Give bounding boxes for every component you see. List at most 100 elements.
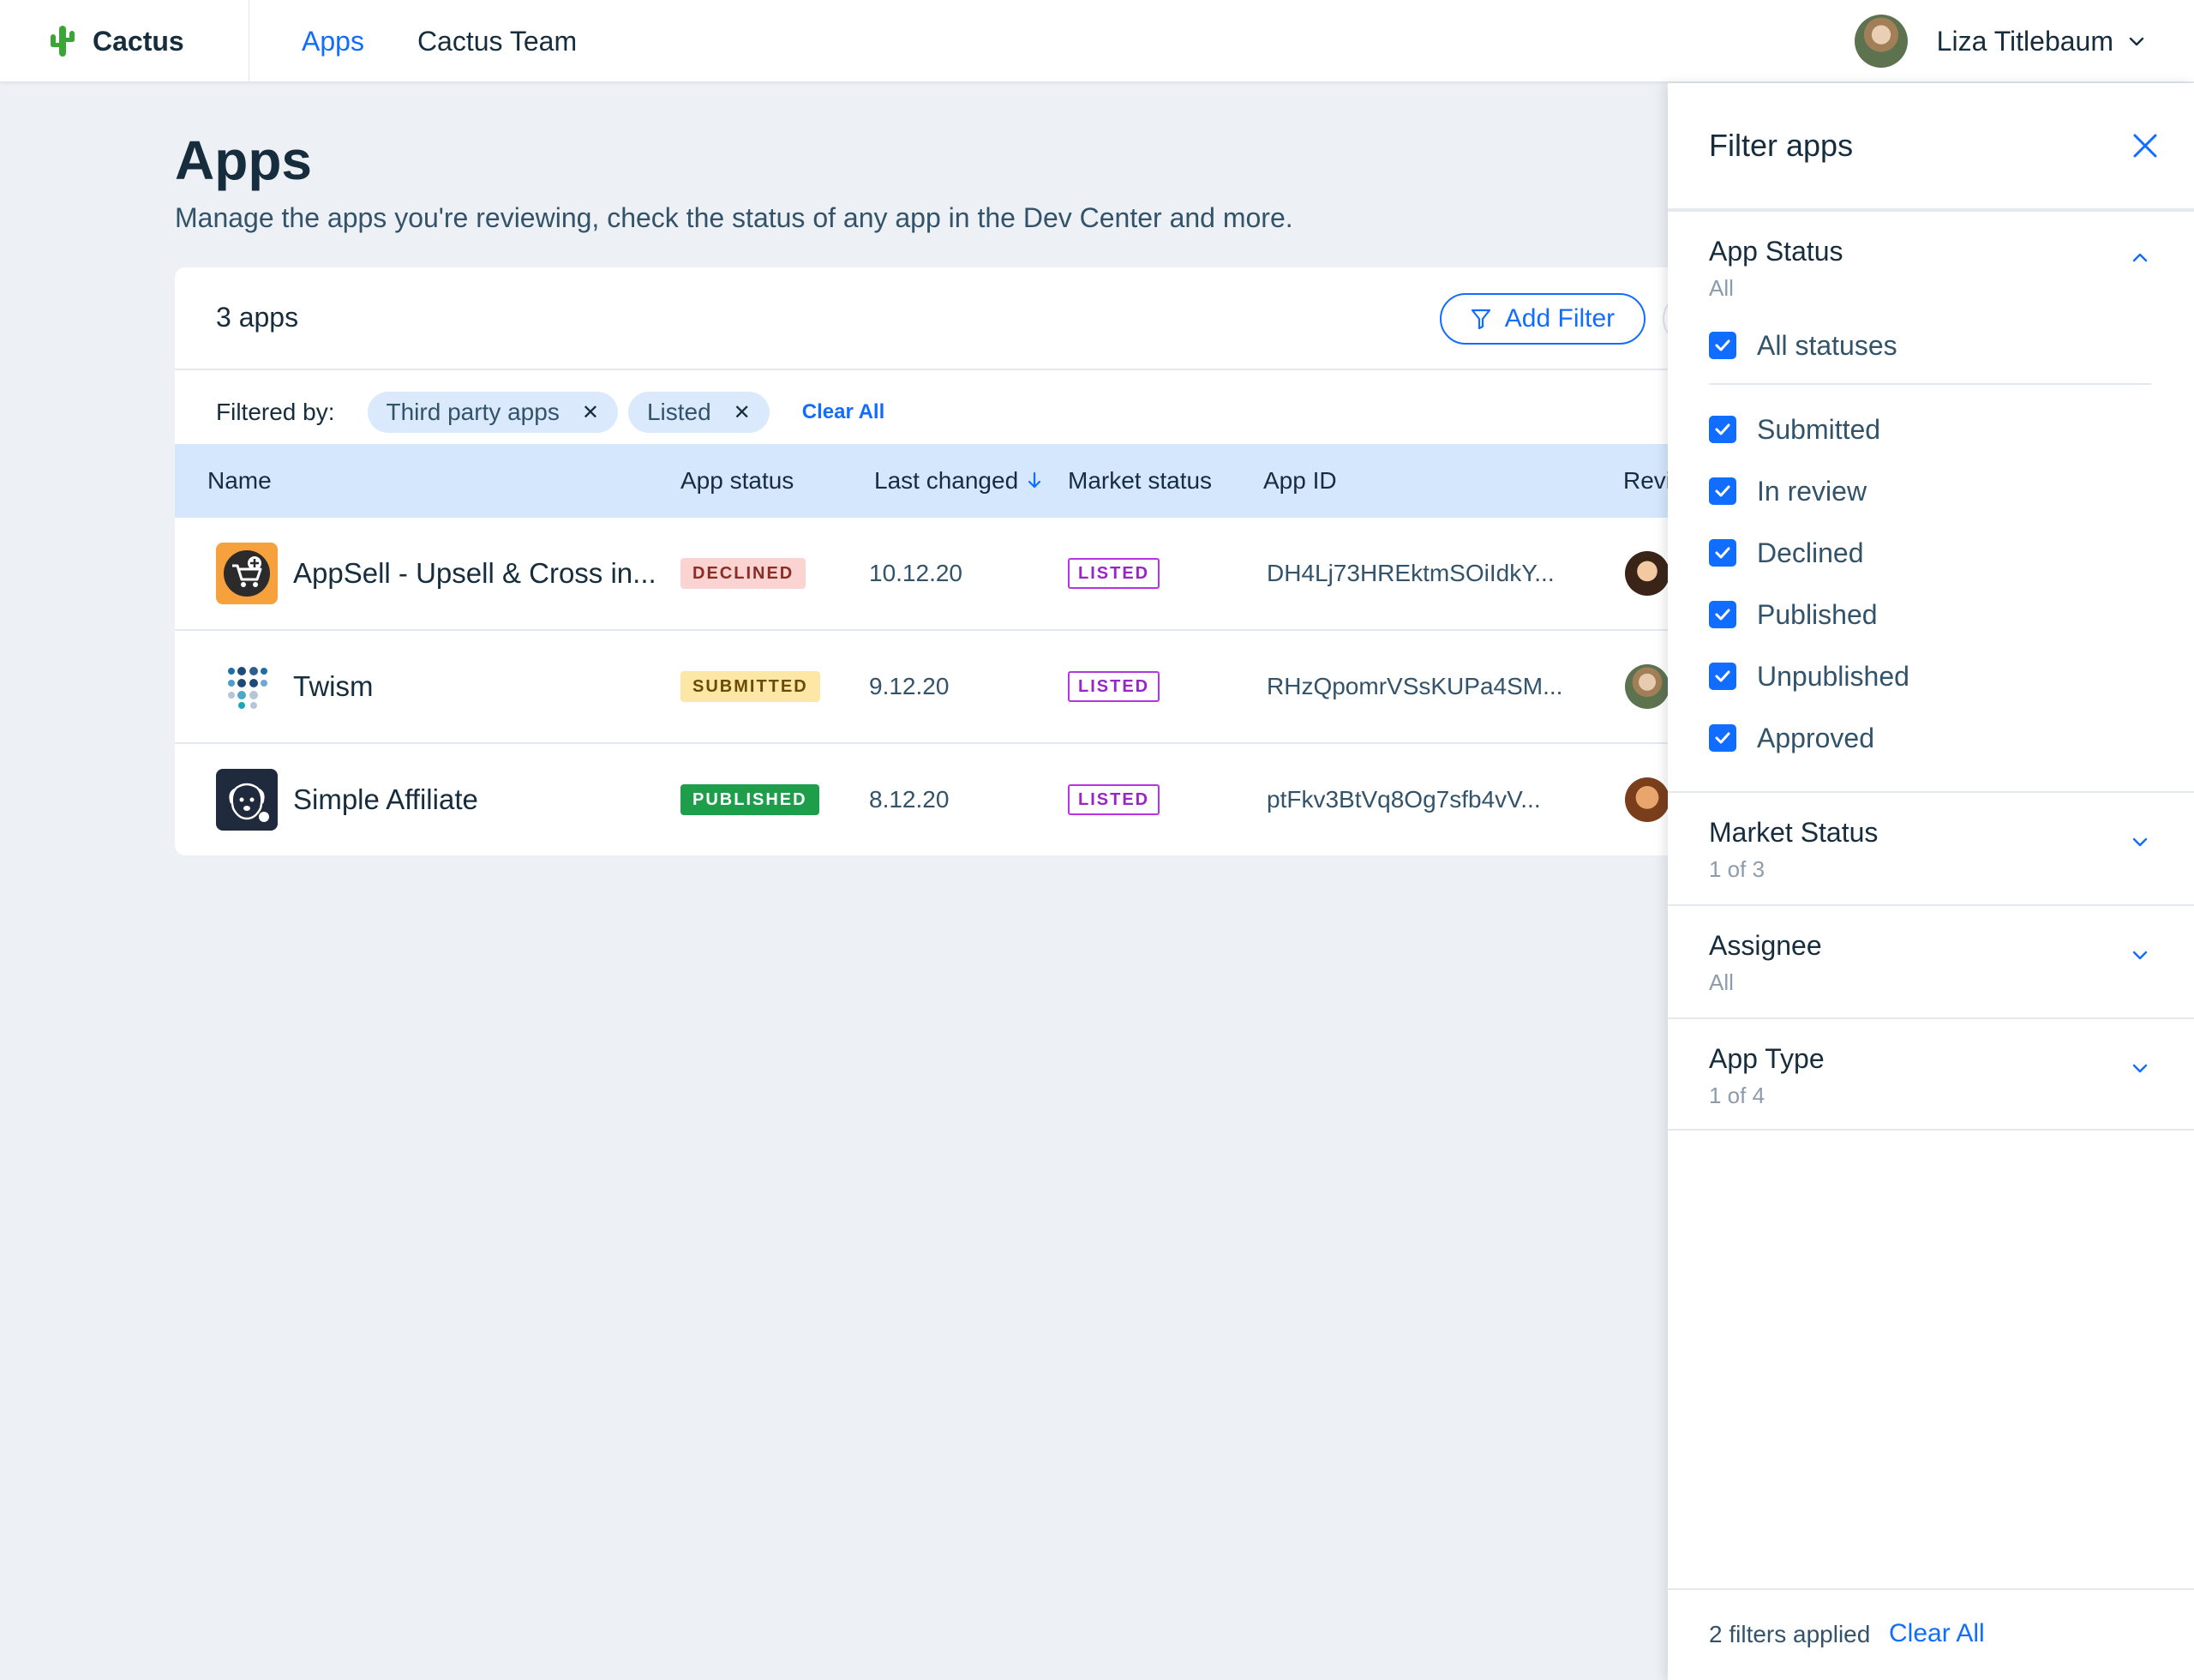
reviewer-avatar[interactable]: [1625, 551, 1669, 596]
top-bar: Cactus Apps Cactus Team Liza Titlebaum: [0, 0, 2194, 82]
column-header-app-id[interactable]: App ID: [1263, 444, 1337, 518]
app-name-cell: Simple Affiliate: [216, 744, 478, 855]
checkbox-label: All statuses: [1757, 329, 1897, 361]
checkbox-label: Published: [1757, 598, 1878, 630]
app-id-cell: DH4Lj73HREktmSOiIdkY...: [1267, 560, 1555, 586]
checkbox-approved[interactable]: Approved: [1709, 721, 1874, 755]
checkbox-label: Submitted: [1757, 413, 1881, 445]
table-row[interactable]: Simple Affiliate PUBLISHED 8.12.20 LISTE…: [175, 744, 1669, 855]
table-toolbar: 3 apps Add Filter: [175, 267, 1669, 370]
status-badge: DECLINED: [680, 558, 806, 589]
active-filters-row: Filtered by: Third party apps ✕ Listed ✕…: [175, 372, 1669, 453]
market-status-cell: LISTED: [1068, 631, 1160, 742]
apps-count: 3 apps: [216, 302, 299, 333]
column-header-name[interactable]: Name: [207, 444, 272, 518]
filters-applied-count: 2 filters applied: [1709, 1621, 1871, 1647]
filter-panel: Filter apps App Status All All statuses …: [1668, 83, 2194, 1680]
app-status-section: App Status All All statuses Submitted In…: [1668, 212, 2194, 793]
close-icon[interactable]: [2131, 131, 2160, 160]
user-menu[interactable]: Liza Titlebaum: [1854, 0, 2146, 82]
checkbox[interactable]: [1709, 332, 1736, 359]
dog-logo-icon: [216, 769, 278, 831]
dots-icon: [228, 667, 267, 709]
app-name-cell: AppSell - Upsell & Cross in...: [216, 518, 656, 629]
table-row[interactable]: Twism SUBMITTED 9.12.20 LISTED RHzQpomrV…: [175, 631, 1669, 744]
user-name: Liza Titlebaum: [1936, 25, 2113, 57]
checkmark-icon: [1715, 670, 1730, 682]
cart-icon: [224, 550, 270, 597]
add-filter-label: Add Filter: [1504, 304, 1616, 333]
chevron-down-icon[interactable]: [2129, 1057, 2151, 1079]
brand-name: Cactus: [93, 25, 184, 57]
section-title: App Type: [1709, 1043, 1825, 1074]
checkbox-label: Approved: [1757, 722, 1874, 753]
checkbox-all-statuses[interactable]: All statuses: [1709, 328, 1897, 363]
reviewer-cell: [1625, 631, 1669, 742]
remove-chip-icon[interactable]: ✕: [582, 400, 599, 425]
app-id-cell: RHzQpomrVSsKUPa4SM...: [1267, 673, 1563, 699]
section-title: Assignee: [1709, 930, 1822, 961]
column-header-market-status[interactable]: Market status: [1068, 444, 1212, 518]
app-type-section[interactable]: App Type 1 of 4: [1668, 1019, 2194, 1131]
checkbox[interactable]: [1709, 663, 1736, 690]
checkbox[interactable]: [1709, 539, 1736, 567]
app-status-cell: PUBLISHED: [680, 744, 819, 855]
assignee-section[interactable]: Assignee All: [1668, 906, 2194, 1019]
reviewer-avatar[interactable]: [1625, 777, 1669, 822]
checkbox[interactable]: [1709, 724, 1736, 752]
chevron-down-icon[interactable]: [2129, 944, 2151, 966]
last-changed-cell: 10.12.20: [869, 560, 962, 586]
market-status-cell: LISTED: [1068, 744, 1160, 855]
checkbox[interactable]: [1709, 601, 1736, 628]
cactus-logo-icon: [51, 26, 75, 57]
nav-item-apps[interactable]: Apps: [302, 26, 364, 57]
column-header-app-status[interactable]: App status: [680, 444, 794, 518]
checkbox[interactable]: [1709, 477, 1736, 505]
app-id-cell: ptFkv3BtVq8Og7sfb4vV...: [1267, 786, 1541, 813]
checkbox-published[interactable]: Published: [1709, 597, 1878, 632]
last-changed-cell: 8.12.20: [869, 786, 950, 813]
market-status-badge: LISTED: [1068, 784, 1160, 815]
column-header-reviewer[interactable]: Revi: [1623, 444, 1669, 518]
filtered-by-label: Filtered by:: [216, 399, 335, 425]
market-status-cell: LISTED: [1068, 518, 1160, 629]
clear-all-button[interactable]: Clear All: [1889, 1619, 1985, 1648]
checkbox[interactable]: [1709, 416, 1736, 443]
checkbox-in-review[interactable]: In review: [1709, 474, 1867, 508]
checkmark-icon: [1715, 485, 1730, 497]
checkmark-icon: [1715, 339, 1730, 351]
app-status-cell: DECLINED: [680, 518, 806, 629]
brand[interactable]: Cactus: [48, 0, 184, 82]
filter-chip-listed: Listed ✕: [627, 392, 770, 433]
status-badge: SUBMITTED: [680, 671, 820, 702]
checkbox-label: Unpublished: [1757, 660, 1909, 692]
app-name-cell: Twism: [216, 631, 374, 742]
filter-funnel-icon: [1471, 309, 1490, 330]
nav-item-cactus-team[interactable]: Cactus Team: [417, 26, 577, 57]
table-header: Name App status Last changed Market stat…: [175, 444, 1669, 518]
section-title[interactable]: App Status: [1709, 236, 1843, 267]
page-subtitle: Manage the apps you're reviewing, check …: [175, 202, 1293, 233]
chevron-up-icon[interactable]: [2129, 246, 2151, 268]
add-filter-button[interactable]: Add Filter: [1440, 293, 1646, 345]
reviewer-avatar[interactable]: [1625, 664, 1669, 709]
column-header-last-changed[interactable]: Last changed: [874, 444, 1042, 518]
page-title: Apps: [175, 129, 312, 191]
filter-chip-third-party: Third party apps ✕: [367, 392, 618, 433]
checkmark-icon: [1715, 732, 1730, 744]
table-row[interactable]: AppSell - Upsell & Cross in... DECLINED …: [175, 518, 1669, 631]
checkbox-submitted[interactable]: Submitted: [1709, 412, 1880, 447]
remove-chip-icon[interactable]: ✕: [734, 400, 751, 425]
user-avatar: [1854, 15, 1908, 68]
section-summary: All: [1709, 969, 1734, 995]
checkmark-icon: [1715, 609, 1730, 621]
clear-all-filters-link[interactable]: Clear All: [802, 400, 884, 424]
last-changed-cell: 9.12.20: [869, 673, 950, 699]
chevron-down-icon[interactable]: [2129, 831, 2151, 853]
filter-panel-title: Filter apps: [1709, 128, 1854, 163]
checkbox-declined[interactable]: Declined: [1709, 536, 1864, 570]
market-status-section[interactable]: Market Status 1 of 3: [1668, 793, 2194, 906]
filter-chip-label: Third party apps: [386, 399, 560, 425]
checkbox-unpublished[interactable]: Unpublished: [1709, 659, 1909, 693]
filter-panel-header: Filter apps: [1668, 83, 2194, 212]
